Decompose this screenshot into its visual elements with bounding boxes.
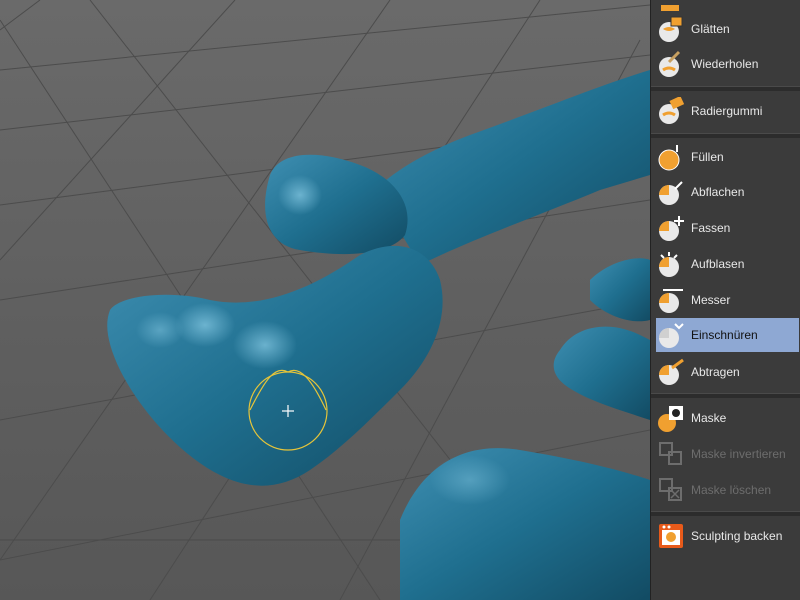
panel-separator [651,393,800,398]
tool-label: Wiederholen [691,57,759,71]
flatten-brush-icon [657,178,685,206]
mask-brush-icon [657,404,685,432]
3d-viewport[interactable] [0,0,650,600]
tool-label: Abtragen [691,365,740,379]
tool-einschnueren[interactable]: Einschnüren [656,318,799,352]
knife-brush-icon [657,286,685,314]
tool-label: Einschnüren [691,328,758,342]
sculpt-tools-panel: Glätten Wiederholen Radiergummi Füllen A… [650,0,800,600]
sculpt-model[interactable] [107,70,650,600]
tool-label: Radiergummi [691,104,763,118]
tool-label: Fassen [691,221,731,235]
panel-separator [651,86,800,91]
tool-label: Messer [691,293,731,307]
fill-brush-icon [657,143,685,171]
tool-messer[interactable]: Messer [656,283,799,317]
tool-maske-invertieren[interactable]: Maske invertieren [656,437,799,471]
partial-tool-icon [657,0,685,11]
tool-fuellen[interactable]: Füllen [656,140,799,174]
panel-separator [651,511,800,516]
tool-label: Maske löschen [691,483,772,497]
tool-label: Aufblasen [691,257,745,271]
tool-fassen[interactable]: Fassen [656,211,799,245]
tool-wiederholen[interactable]: Wiederholen [656,47,799,81]
grab-brush-icon [657,214,685,242]
mask-invert-icon [657,440,685,468]
tool-maske[interactable]: Maske [656,401,799,435]
tool-maske-loeschen[interactable]: Maske löschen [656,473,799,507]
tool-label: Abflachen [691,185,745,199]
tool-aufblasen[interactable]: Aufblasen [656,247,799,281]
scrape-brush-icon [657,358,685,386]
tool-label: Glätten [691,22,730,36]
smooth-brush-icon [657,15,685,43]
pinch-brush-icon [657,321,685,349]
tool-sculpting-backen[interactable]: Sculpting backen [656,519,799,553]
tool-label: Sculpting backen [691,529,783,543]
mask-clear-icon [657,476,685,504]
repeat-brush-icon [657,50,685,78]
tool-label: Maske invertieren [691,447,786,461]
tool-glaetten[interactable]: Glätten [656,12,799,46]
eraser-brush-icon [657,97,685,125]
tool-radiergummi[interactable]: Radiergummi [656,94,799,128]
viewport-scene[interactable] [0,0,650,600]
tool-abflachen[interactable]: Abflachen [656,175,799,209]
tool-abtragen[interactable]: Abtragen [656,355,799,389]
tool-label: Maske [691,411,727,425]
tool-label: Füllen [691,150,724,164]
bake-sculpt-icon [657,522,685,550]
inflate-brush-icon [657,250,685,278]
panel-separator [651,133,800,138]
